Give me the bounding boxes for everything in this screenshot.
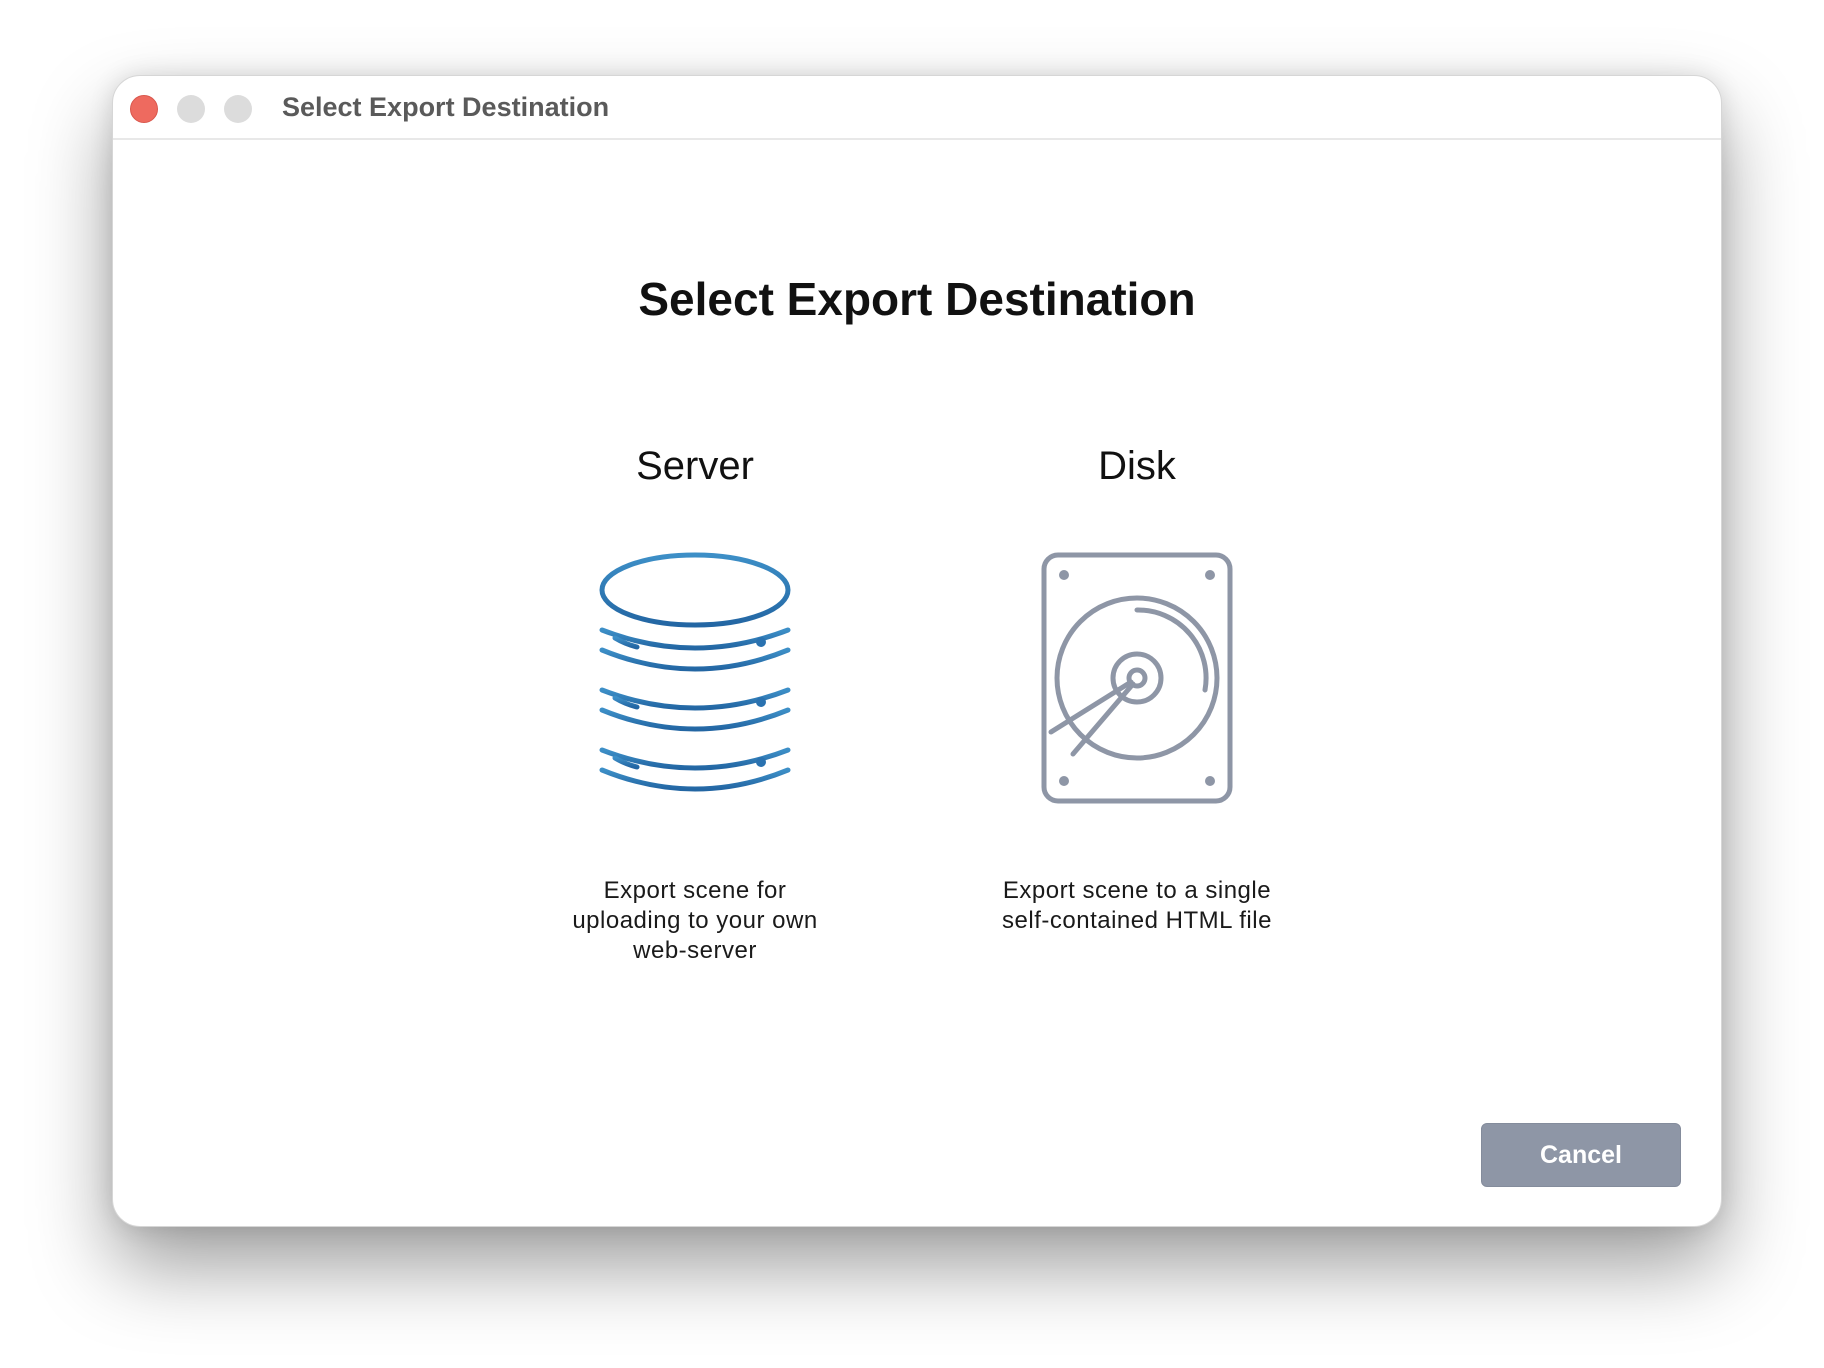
disk-option[interactable]: Disk Export scene to a single self-conta… [977, 436, 1297, 936]
close-window-button[interactable] [130, 95, 158, 123]
title-bar[interactable]: Select Export Destination [113, 76, 1721, 140]
server-option-description: Export scene for uploading to your own w… [572, 877, 818, 964]
export-dialog-window: Select Export Destination Select Export … [112, 75, 1722, 1227]
database-icon [599, 552, 791, 792]
server-option[interactable]: Server Export scene for uploading to you… [535, 436, 855, 966]
zoom-window-button[interactable] [224, 95, 252, 123]
minimize-window-button[interactable] [177, 95, 205, 123]
window-title: Select Export Destination [282, 92, 610, 122]
disk-option-description: Export scene to a single self-contained … [1002, 877, 1272, 934]
disk-option-label: Disk [1098, 444, 1176, 488]
hard-drive-icon [1041, 552, 1233, 804]
cancel-button[interactable]: Cancel [1481, 1123, 1681, 1187]
server-option-label: Server [636, 444, 754, 488]
page-title: Select Export Destination [638, 273, 1196, 325]
